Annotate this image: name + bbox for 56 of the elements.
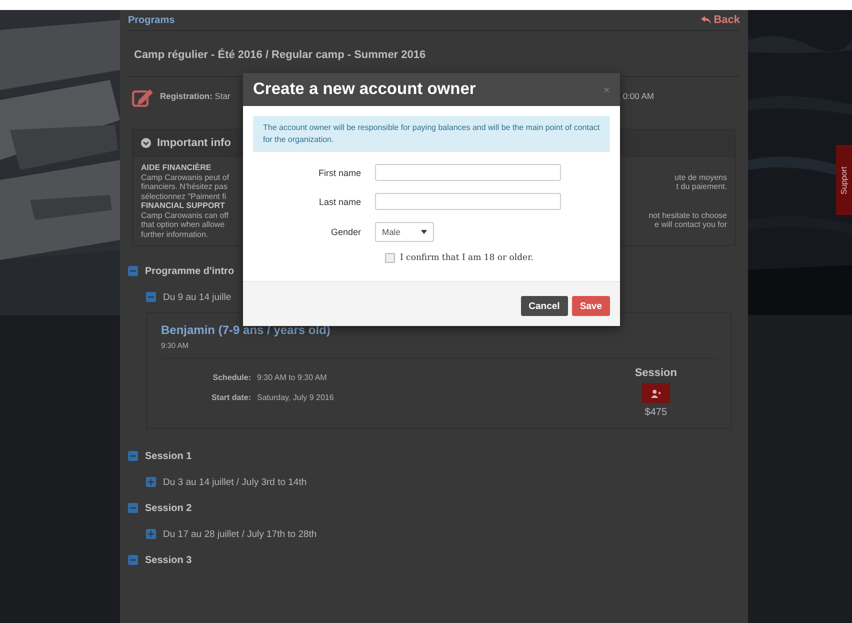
detail-value: 9:30 AM to 9:30 AM <box>257 372 327 382</box>
caret-icon <box>421 230 427 234</box>
cancel-button[interactable]: Cancel <box>520 296 568 316</box>
info-text: not hesitate to choose <box>648 210 727 220</box>
session-label: Session <box>634 367 677 379</box>
collapse-icon[interactable] <box>146 292 156 302</box>
tree-item-label[interactable]: Session 2 <box>145 502 192 514</box>
info-text: sélectionnez "Paiment fi <box>141 192 226 201</box>
programs-link[interactable]: Programs <box>128 14 175 26</box>
info-text: ute de moyens <box>674 172 727 182</box>
field-label: First name <box>317 168 361 178</box>
checkbox-label: I confirm that I am 18 or older. <box>400 253 534 263</box>
expand-icon[interactable] <box>146 529 156 539</box>
modal-title: Create a new account owner <box>253 80 476 99</box>
info-heading: FINANCIAL SUPPORT <box>141 201 225 210</box>
tree-item-label[interactable]: Programme d'intro <box>145 266 234 276</box>
support-tab[interactable]: Support <box>836 145 852 215</box>
field-label: Last name <box>318 196 361 206</box>
info-text: t du paiement. <box>676 182 727 192</box>
collapse-icon[interactable] <box>128 555 138 565</box>
save-button[interactable]: Save <box>572 296 610 316</box>
input-field[interactable] <box>375 164 561 181</box>
registration-time: 0:00 AM <box>622 91 654 101</box>
tree-item-label[interactable]: Du 3 au 14 juillet / July 3rd to 14th <box>163 476 307 488</box>
info-title: Important info <box>157 137 231 149</box>
checkbox[interactable] <box>385 253 395 263</box>
tree-item-label[interactable]: Session 1 <box>145 450 192 462</box>
tree-item-label[interactable]: Session 3 <box>145 554 192 566</box>
detail-label: Schedule: <box>212 372 251 382</box>
add-person-button[interactable] <box>642 383 670 403</box>
info-text: that option when allowe <box>141 220 225 230</box>
gender-dropdown[interactable]: Male <box>375 222 434 242</box>
registration-text: Registration: Star <box>160 91 230 101</box>
info-alert: The account owner will be responsible for paying balances and will be the main point of contact for the organization. <box>253 116 610 152</box>
collapse-icon[interactable] <box>128 266 138 276</box>
back-button[interactable]: Back <box>700 14 740 26</box>
info-text: e will contact you for <box>654 220 727 230</box>
info-text: further information. <box>141 230 208 239</box>
price: $475 <box>644 407 668 418</box>
expand-icon[interactable] <box>146 477 156 487</box>
collapse-icon[interactable] <box>128 451 138 461</box>
person-add-icon <box>650 388 662 398</box>
chevron-circle-icon[interactable] <box>141 138 151 148</box>
info-text: Camp Carowanis peut of <box>141 172 230 182</box>
back-arrow-icon <box>700 16 711 24</box>
detail-value: Saturday, July 9 2016 <box>257 392 334 402</box>
detail-label: Start date: <box>210 392 251 402</box>
field-label: Gender <box>330 227 361 237</box>
input-field[interactable] <box>375 193 561 210</box>
info-text: financiers. N'hésitez pas <box>141 182 228 192</box>
tree-item-label[interactable]: Du 9 au 14 juille <box>163 292 232 302</box>
edit-icon <box>132 87 154 107</box>
info-heading: AIDE FINANCIÈRE <box>141 163 212 172</box>
tree-item-label[interactable]: Du 17 au 28 juillet / July 17th to 28th <box>163 528 317 540</box>
collapse-icon[interactable] <box>128 503 138 513</box>
info-text: Camp Carowanis can off <box>141 210 228 220</box>
